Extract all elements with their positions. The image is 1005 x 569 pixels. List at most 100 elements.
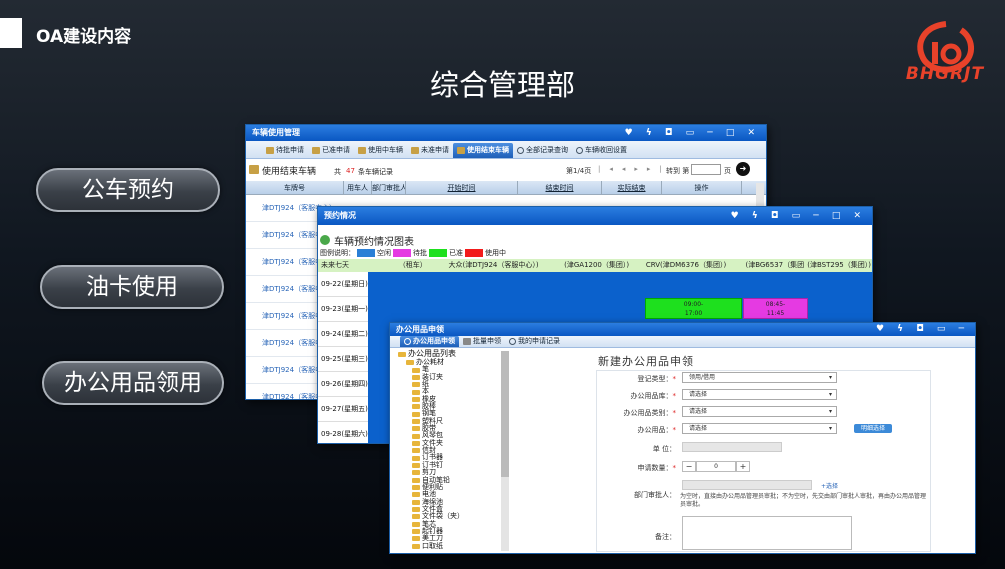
- remark-textarea[interactable]: [682, 516, 852, 550]
- section-title: OA建设内容: [36, 27, 132, 47]
- booking-cell-pending[interactable]: 08:45- 11:45: [743, 298, 808, 319]
- tree-item[interactable]: 起钉器: [398, 527, 508, 535]
- tab-my-requests[interactable]: 我的申请记录: [505, 336, 564, 347]
- go-arrow-icon[interactable]: ➜: [736, 162, 750, 176]
- quantity-stepper[interactable]: − 0 +: [682, 461, 752, 472]
- tree-item[interactable]: 笔: [398, 365, 508, 373]
- folder-icon: [412, 382, 420, 388]
- tab-batch-request[interactable]: 批量申领: [459, 336, 505, 347]
- folder-icon: [412, 462, 420, 468]
- minus-button[interactable]: −: [682, 461, 696, 472]
- pager-goto: 转到 第: [666, 167, 690, 175]
- folder-icon: [412, 411, 420, 417]
- header-col-2: 大众(津DTJ924（客服中心）): [448, 261, 539, 269]
- tab-supplies-request[interactable]: 办公用品申领: [400, 336, 459, 347]
- window-controls-icon[interactable]: ♥ ϟ ◘ ▭ ─ □ ✕: [625, 125, 760, 141]
- folder-icon: [412, 404, 420, 410]
- pager-unit: 页: [724, 167, 731, 175]
- col-end[interactable]: 结束时间: [518, 181, 602, 194]
- tree-item[interactable]: 文件夹: [398, 439, 508, 447]
- remark-label: 备注：: [655, 533, 676, 541]
- tree-scrollbar[interactable]: [501, 351, 509, 551]
- supplies-window-titlebar: 办公用品申领 ♥ ϟ ◘ ▭ ─: [390, 323, 975, 336]
- header-col-6: (津BST295（集团）): [807, 261, 871, 269]
- menu-pill-car-booking[interactable]: 公车预约: [36, 168, 220, 212]
- tab-recall-settings[interactable]: 车辆收回设置: [572, 143, 631, 158]
- day-row: 09-27(星期五): [318, 397, 368, 422]
- presentation-slide: OA建设内容 综合管理部 BHGRJT 公车预约 油卡使用 办公用品领用 车辆使…: [0, 0, 1005, 569]
- form-row-quantity: 申请数量：* − 0 +: [596, 459, 931, 475]
- form-row-category: 办公用品类别：* 请选择 ▾: [596, 404, 931, 420]
- legend-swatch-pending: [393, 249, 411, 257]
- tree-root[interactable]: 办公用品列表: [398, 349, 508, 359]
- legend-swatch-approved: [429, 249, 447, 257]
- category-select[interactable]: 请选择 ▾: [682, 406, 837, 417]
- approver-label: 部门审批人：: [634, 491, 676, 499]
- tree-group[interactable]: 办公耗材: [398, 358, 508, 366]
- col-start[interactable]: 开始时间: [406, 181, 518, 194]
- page-input[interactable]: [691, 164, 721, 175]
- library-label: 办公用品库：: [630, 392, 673, 400]
- tree-item[interactable]: 装订夹: [398, 373, 508, 381]
- tree-item[interactable]: 口取纸: [398, 542, 508, 550]
- library-select[interactable]: 请选择 ▾: [682, 389, 837, 400]
- plus-button[interactable]: +: [736, 461, 750, 472]
- tree-item[interactable]: 胶棒: [398, 402, 508, 410]
- folder-icon: [412, 536, 420, 542]
- type-select[interactable]: 领用/借用 ▾: [682, 372, 837, 383]
- tree-item[interactable]: 信封: [398, 446, 508, 454]
- col-actual-end[interactable]: 实际结束: [602, 181, 662, 194]
- tab-rejected[interactable]: 未准申请: [407, 143, 453, 158]
- tree-item[interactable]: 便利贴: [398, 483, 508, 491]
- schedule-header: 未来七天 （租车） 大众(津DTJ924（客服中心）) (津GA1200（集团）…: [318, 259, 872, 272]
- chevron-down-icon: ▾: [828, 374, 832, 381]
- tab-pending[interactable]: 待批申请: [262, 143, 308, 158]
- col-user: 用车人: [344, 181, 372, 194]
- window-controls-icon[interactable]: ♥ ϟ ◘ ▭ ─: [876, 323, 969, 336]
- tree-item[interactable]: 纸: [398, 380, 508, 388]
- folder-icon: [412, 374, 420, 380]
- menu-pill-fuel-card[interactable]: 油卡使用: [40, 265, 224, 309]
- approver-field: [682, 480, 812, 490]
- tree-scroll-thumb[interactable]: [501, 351, 509, 477]
- item-select[interactable]: 请选择 ▾: [682, 423, 837, 434]
- tree-item[interactable]: 电池: [398, 490, 508, 498]
- header-col-1: （租车）: [398, 261, 427, 269]
- tab-finished[interactable]: 使用结束车辆: [453, 143, 513, 158]
- pager-nav-icon[interactable]: |◂◂▸▸|: [598, 165, 671, 173]
- tree-item[interactable]: 塑料尺: [398, 417, 508, 425]
- col-approver: 部门审批人: [372, 181, 406, 194]
- tree-item[interactable]: 海绵池: [398, 498, 508, 506]
- legend-approved: 已准: [449, 249, 463, 257]
- tab-approved[interactable]: 已准申请: [308, 143, 354, 158]
- menu-pill-office-supplies[interactable]: 办公用品领用: [42, 361, 224, 405]
- approver-select-link[interactable]: +选择: [821, 481, 838, 490]
- header-col-4: CRV(津DM6376（集团）): [645, 261, 727, 269]
- unit-field: [682, 442, 782, 452]
- supplies-window-title: 办公用品申领: [396, 325, 444, 334]
- tree-item[interactable]: 美工刀: [398, 534, 508, 542]
- legend-in-use: 使用中: [485, 249, 506, 257]
- booking-heading: 车辆预约情况图表: [334, 237, 414, 248]
- tree-item[interactable]: 订书器: [398, 454, 508, 461]
- tree-item[interactable]: 风琴包: [398, 432, 508, 439]
- booking-cell-approved[interactable]: 09:00- 17:00: [645, 298, 742, 319]
- tree-item[interactable]: 橡皮: [398, 395, 508, 403]
- tab-all-records[interactable]: 全部记录查询: [513, 143, 572, 158]
- vehicle-table-header: 车牌号 用车人 部门审批人 开始时间 结束时间 实际结束 操作: [246, 181, 766, 195]
- tree-item[interactable]: 剪刀: [398, 468, 508, 476]
- tree-item[interactable]: 钢笔: [398, 410, 508, 417]
- tab-in-use[interactable]: 使用中车辆: [354, 143, 407, 158]
- folder-icon: [412, 507, 420, 513]
- tree-item[interactable]: 自动笔铅: [398, 476, 508, 484]
- tree-item[interactable]: 本: [398, 388, 508, 395]
- tree-item[interactable]: 订书钉: [398, 461, 508, 469]
- tree-item[interactable]: 笔芯: [398, 520, 508, 528]
- quantity-input[interactable]: 0: [696, 461, 736, 472]
- tree-item[interactable]: 文件袋（夹）: [398, 512, 508, 520]
- window-controls-icon[interactable]: ♥ ϟ ◘ ▭ ─ □ ✕: [731, 207, 866, 225]
- tree-item[interactable]: 胶带: [398, 424, 508, 432]
- record-count-suffix: 条车辆记录: [358, 168, 393, 176]
- folder-icon: [412, 440, 420, 446]
- detail-select-button[interactable]: 明细选择: [854, 424, 892, 433]
